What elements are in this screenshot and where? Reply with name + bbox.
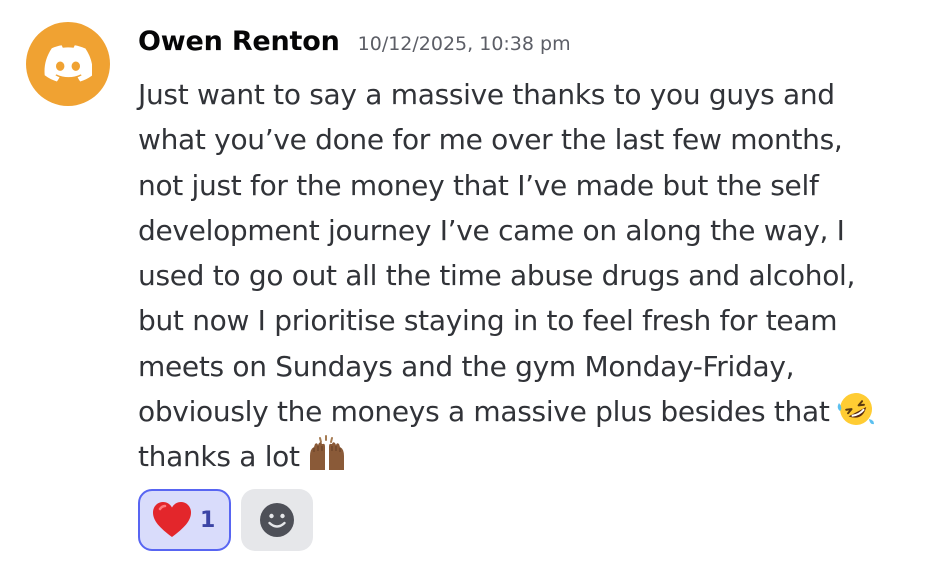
chat-message: Owen Renton 10/12/2025, 10:38 pm Just wa… [0,0,943,582]
message-line-with-emoji: obviously the moneys a massive plus besi… [138,389,918,434]
message-line: development journey I’ve came on along t… [138,213,845,247]
message-line: not just for the money that I’ve made bu… [138,168,819,202]
reaction-count: 1 [200,507,216,533]
add-reaction-button[interactable] [241,489,313,551]
message-line: used to go out all the time abuse drugs … [138,259,856,293]
message-line-with-emoji: thanks a lot [138,434,918,479]
timestamp: 10/12/2025, 10:38 pm [357,33,571,55]
reactions-bar: 1 [138,489,313,551]
message-line: meets on Sundays and the gym Monday-Frid… [138,349,795,383]
raising-hands-emoji [306,434,346,474]
username[interactable]: Owen Renton [138,26,340,57]
reaction-heart[interactable]: 1 [138,489,231,551]
message-line: obviously the moneys a massive plus besi… [138,395,830,429]
discord-logo-icon [44,45,92,82]
avatar[interactable] [26,22,110,106]
smiley-add-reaction-icon [260,503,294,537]
message-line: what you’ve done for me over the last fe… [138,123,843,157]
message-header: Owen Renton 10/12/2025, 10:38 pm [138,26,571,70]
red-heart-emoji [153,502,191,537]
message-content: Just want to say a massive thanks to you… [138,72,918,480]
message-line: thanks a lot [138,440,300,474]
rofl-emoji [836,389,876,429]
message-line: Just want to say a massive thanks to you… [138,78,835,111]
message-line: but now I prioritise staying in to feel … [138,304,838,338]
